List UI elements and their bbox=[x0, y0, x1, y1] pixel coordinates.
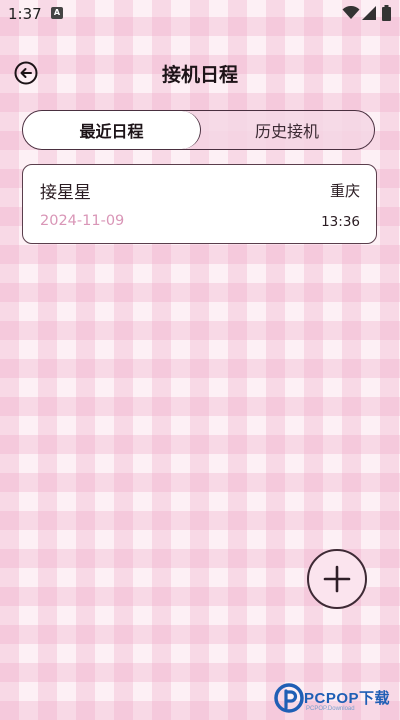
tab-bar: 最近日程 历史接机 bbox=[22, 110, 375, 150]
page-title: 接机日程 bbox=[161, 64, 238, 86]
schedule-card[interactable]: 接星星 重庆 2024-11-09 13:36 bbox=[22, 164, 377, 244]
watermark-brand: PCPOP下载 bbox=[304, 690, 391, 707]
tab-label: 历史接机 bbox=[254, 122, 319, 141]
status-time: 1:37 bbox=[8, 5, 42, 23]
notification-icon: A bbox=[51, 7, 63, 19]
wifi-icon bbox=[342, 6, 360, 19]
battery-icon bbox=[382, 5, 391, 21]
plus-icon bbox=[323, 565, 351, 593]
tab-label: 最近日程 bbox=[79, 122, 144, 141]
schedule-city: 重庆 bbox=[329, 182, 360, 200]
schedule-name: 接星星 bbox=[40, 183, 91, 203]
tab-history-pickup[interactable]: 历史接机 bbox=[201, 111, 373, 149]
watermark: PCPOP下载 PCPOP.Download bbox=[274, 682, 398, 716]
schedule-date: 2024-11-09 bbox=[40, 213, 125, 229]
signal-icon bbox=[362, 6, 376, 20]
schedule-time: 13:36 bbox=[321, 214, 360, 230]
status-bar: 1:37 A bbox=[0, 0, 400, 28]
add-schedule-button[interactable] bbox=[307, 549, 367, 609]
watermark-sub: PCPOP.Download bbox=[306, 706, 355, 712]
header: 接机日程 bbox=[0, 52, 400, 92]
pcpop-logo-icon bbox=[274, 683, 304, 713]
tab-recent-schedule[interactable]: 最近日程 bbox=[23, 111, 201, 149]
